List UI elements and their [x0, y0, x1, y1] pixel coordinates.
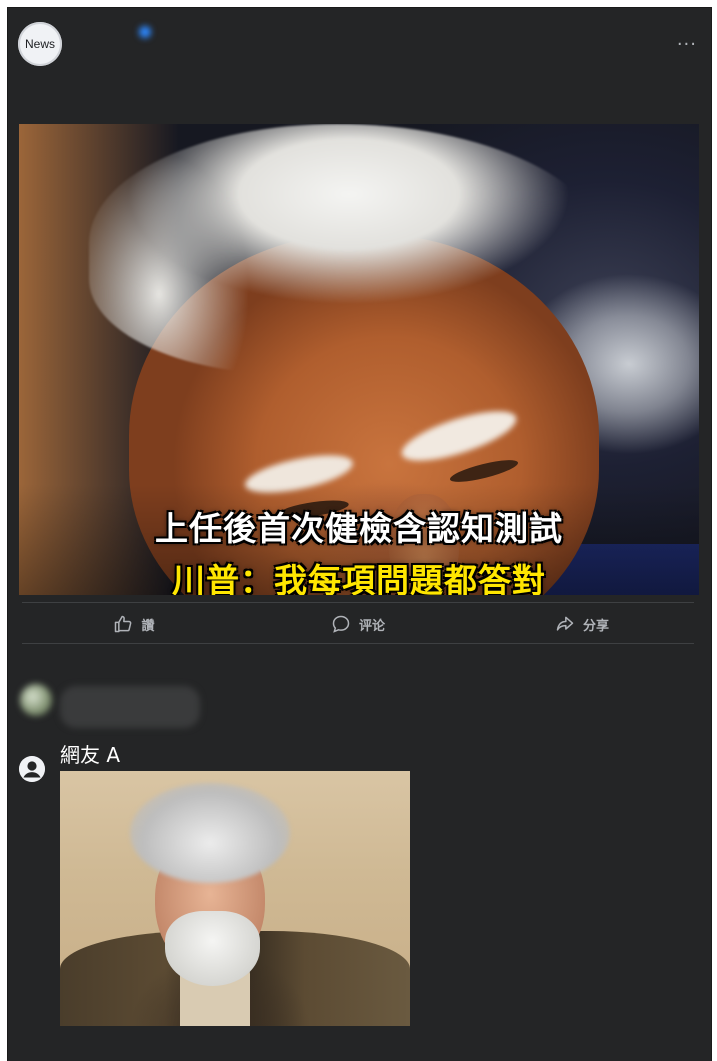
- actions-divider-top: [22, 602, 694, 603]
- share-button[interactable]: 分享: [470, 606, 694, 642]
- more-options-icon[interactable]: ···: [677, 34, 697, 55]
- hair-shape: [89, 124, 609, 374]
- thumbs-up-icon: [115, 615, 132, 633]
- commenter-avatar[interactable]: [20, 684, 52, 716]
- comment-bubble: [60, 686, 200, 728]
- image-caption-line2: 川普：我每項問題都答對: [172, 561, 546, 595]
- person-icon: [19, 756, 45, 782]
- verified-badge-icon: [139, 26, 151, 38]
- comment-label: 评论: [358, 618, 385, 634]
- post-header: News ···: [8, 8, 711, 123]
- user-avatar-icon[interactable]: [19, 756, 45, 782]
- gray-hair-shape: [130, 783, 290, 883]
- image-caption-line1: 上任後首次健檢含認知測試: [155, 509, 563, 548]
- like-button[interactable]: 讚: [22, 606, 246, 642]
- reply-image[interactable]: [60, 771, 410, 1026]
- page-avatar[interactable]: News: [18, 22, 62, 66]
- actions-divider-bottom: [22, 643, 694, 644]
- share-arrow-icon: [556, 616, 574, 631]
- share-label: 分享: [582, 618, 609, 634]
- beard-shape: [165, 911, 260, 986]
- action-bar: 讚 评论 分享: [22, 606, 694, 642]
- reply-author-name[interactable]: 網友 A: [60, 739, 120, 768]
- post-image[interactable]: 上任後首次健檢含認知測試 川普：我每項問題都答對: [19, 124, 699, 595]
- comment-button[interactable]: 评论: [246, 606, 470, 642]
- comment-bubble-icon: [332, 615, 350, 633]
- post-card: News ··· 上任後首次健檢含認知測試 川普：我每項問題都答對 讚 评论 分…: [8, 8, 711, 1061]
- like-label: 讚: [141, 618, 155, 634]
